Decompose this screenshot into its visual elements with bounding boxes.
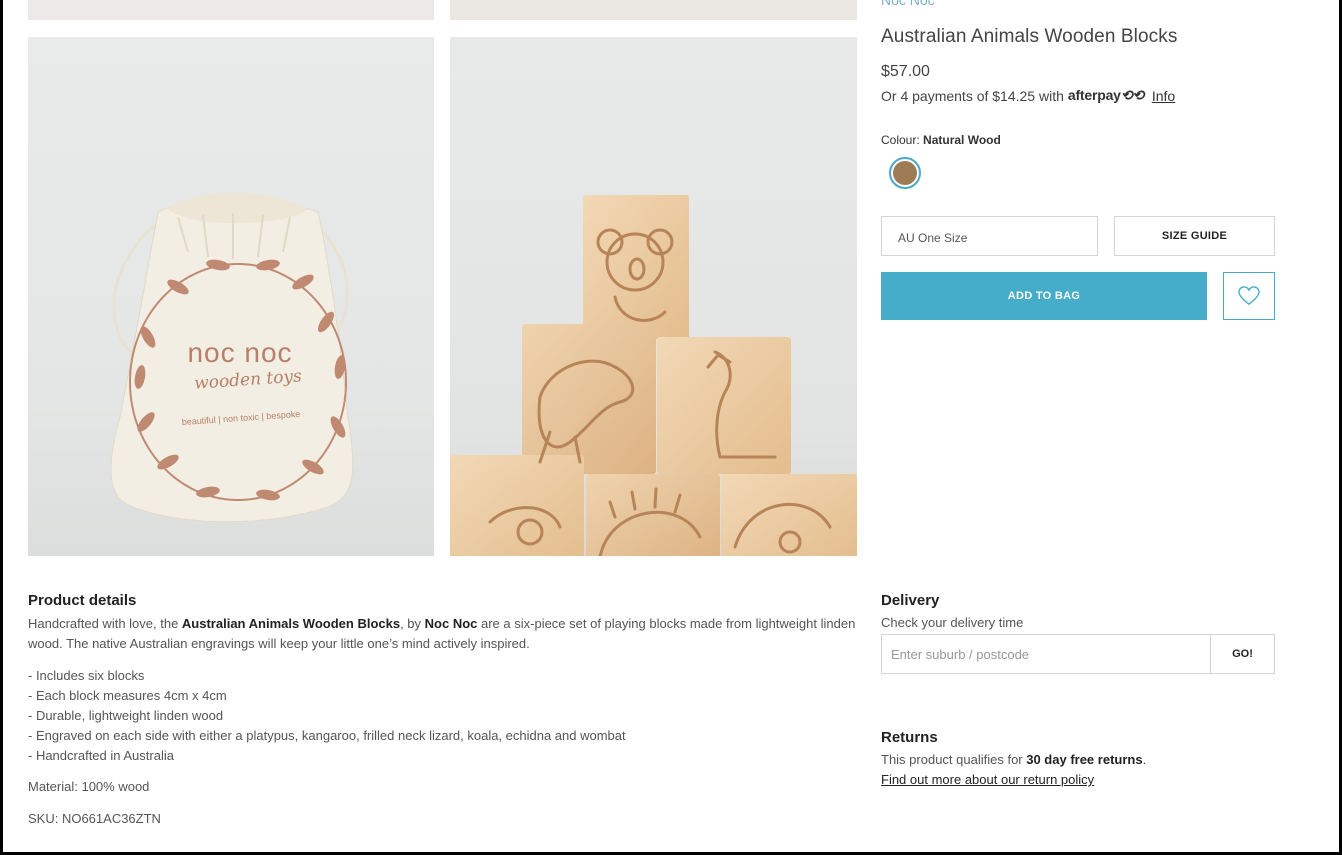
product-features-list: - Includes six blocks - Each block measu… bbox=[28, 666, 626, 766]
size-guide-button[interactable]: SIZE GUIDE bbox=[1114, 216, 1275, 256]
desc-text-1: Handcrafted with love, the bbox=[28, 616, 182, 631]
product-sku: SKU: NO661AC36ZTN bbox=[28, 811, 161, 826]
product-details-heading: Product details bbox=[28, 592, 137, 609]
list-item: - Engraved on each side with either a pl… bbox=[28, 728, 626, 743]
afterpay-mark-icon: ⟲⟲ bbox=[1120, 87, 1144, 103]
returns-text: This product qualifies for 30 day free r… bbox=[881, 752, 1146, 767]
swatch-fill bbox=[893, 161, 917, 185]
wooden-blocks-illustration bbox=[450, 195, 857, 556]
desc-product-name: Australian Animals Wooden Blocks bbox=[181, 616, 401, 631]
afterpay-text: Or 4 payments of $14.25 with bbox=[881, 87, 1064, 104]
product-image-top-right[interactable] bbox=[450, 0, 857, 20]
returns-heading: Returns bbox=[881, 729, 938, 746]
product-image-bag[interactable]: noc noc wooden toys beautiful | non toxi… bbox=[28, 37, 434, 556]
colour-label: Colour: Natural Wood bbox=[881, 133, 1001, 147]
wishlist-button[interactable] bbox=[1223, 272, 1275, 320]
size-select[interactable]: AU One Size bbox=[881, 216, 1098, 256]
desc-text-2: , by bbox=[400, 616, 425, 631]
afterpay-message: Or 4 payments of $14.25 with afterpay⟲⟲ … bbox=[881, 87, 1175, 104]
return-policy-link[interactable]: Find out more about our return policy bbox=[881, 772, 1094, 787]
delivery-heading: Delivery bbox=[881, 592, 940, 609]
colour-swatch-natural-wood[interactable] bbox=[889, 157, 921, 189]
colour-label-text: Colour: bbox=[881, 133, 920, 147]
list-item: - Each block measures 4cm x 4cm bbox=[28, 688, 227, 703]
heart-icon bbox=[1238, 286, 1260, 306]
postcode-input[interactable]: Enter suburb / postcode bbox=[881, 634, 1211, 674]
add-to-bag-button[interactable]: ADD TO BAG bbox=[881, 272, 1207, 320]
returns-text-prefix: This product qualifies for bbox=[881, 752, 1027, 767]
product-price: $57.00 bbox=[881, 63, 930, 80]
bag-brand-text: noc noc bbox=[187, 337, 293, 368]
list-item: - Includes six blocks bbox=[28, 668, 145, 683]
colour-value: Natural Wood bbox=[923, 133, 1001, 147]
returns-text-suffix: . bbox=[1142, 752, 1147, 767]
drawstring-bag-illustration bbox=[110, 192, 354, 523]
delivery-go-button[interactable]: GO! bbox=[1210, 634, 1275, 674]
afterpay-logo-text: afterpay bbox=[1067, 87, 1121, 103]
afterpay-info-link[interactable]: Info bbox=[1152, 88, 1175, 104]
product-image-blocks[interactable] bbox=[450, 37, 857, 556]
delivery-subtitle: Check your delivery time bbox=[881, 615, 1024, 630]
list-item: - Durable, lightweight linden wood bbox=[28, 708, 224, 723]
list-item: - Handcrafted in Australia bbox=[28, 748, 174, 763]
brand-name[interactable]: Noc Noc bbox=[881, 0, 935, 8]
product-title: Australian Animals Wooden Blocks bbox=[881, 26, 1178, 47]
returns-highlight: 30 day free returns bbox=[1026, 752, 1143, 767]
product-image-top-left[interactable] bbox=[28, 0, 434, 20]
product-material: Material: 100% wood bbox=[28, 779, 150, 794]
desc-brand-name: Noc Noc bbox=[424, 616, 478, 631]
product-page: noc noc wooden toys beautiful | non toxi… bbox=[3, 0, 1339, 852]
product-description: Handcrafted with love, the Australian An… bbox=[28, 614, 858, 654]
afterpay-logo: afterpay⟲⟲ bbox=[1068, 87, 1144, 104]
